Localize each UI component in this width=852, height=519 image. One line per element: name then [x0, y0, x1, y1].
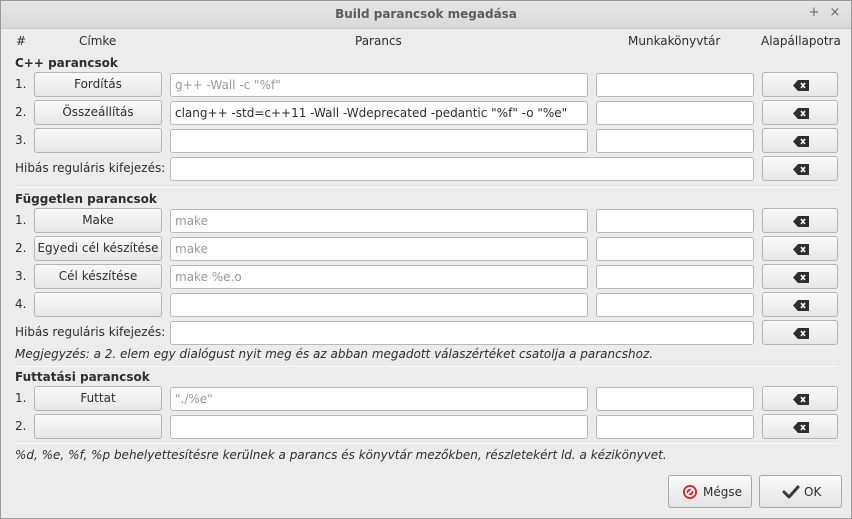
- reset-button[interactable]: [762, 386, 838, 411]
- workdir-field[interactable]: [596, 415, 754, 439]
- clear-icon: [793, 422, 809, 433]
- reset-button[interactable]: [762, 128, 838, 153]
- title-bar[interactable]: Build parancsok megadása + ×: [1, 1, 851, 29]
- reset-button[interactable]: [762, 320, 838, 345]
- regex-label: Hibás reguláris kifejezés:: [15, 325, 166, 339]
- window-title: Build parancsok megadása: [335, 7, 517, 21]
- reset-button[interactable]: [762, 100, 838, 125]
- check-icon: [782, 485, 800, 499]
- row-number: 1.: [15, 213, 27, 227]
- workdir-field[interactable]: [596, 209, 754, 233]
- cancel-label: Mégse: [703, 485, 742, 499]
- row-number: 2.: [15, 105, 27, 119]
- row-number: 4.: [15, 297, 27, 311]
- reset-button[interactable]: [762, 208, 838, 233]
- clear-icon: [793, 80, 809, 91]
- clear-icon: [793, 108, 809, 119]
- regex-field[interactable]: [170, 157, 754, 181]
- ok-label: OK: [804, 485, 822, 499]
- command-field[interactable]: [170, 415, 588, 439]
- clear-icon: [793, 136, 809, 147]
- dialog-window: Build parancsok megadása + × # Címke Par…: [0, 0, 852, 519]
- reset-button[interactable]: [762, 156, 838, 181]
- workdir-field[interactable]: [596, 293, 754, 317]
- command-field[interactable]: make: [170, 209, 588, 233]
- pin-icon[interactable]: +: [807, 6, 821, 20]
- column-header-reset: Alapállapotra: [761, 34, 841, 48]
- footer-note: %d, %e, %f, %p behelyettesítésre kerülne…: [15, 448, 667, 462]
- command-field[interactable]: make: [170, 237, 588, 261]
- column-header-command: Parancs: [355, 34, 402, 48]
- label-button-make[interactable]: Make: [34, 208, 162, 233]
- column-header-label: Címke: [79, 34, 117, 48]
- regex-field[interactable]: [170, 321, 754, 345]
- command-field[interactable]: make %e.o: [170, 265, 588, 289]
- label-button-run[interactable]: Futtat: [34, 386, 162, 411]
- label-button-custom-target[interactable]: Egyedi cél készítése: [34, 236, 162, 261]
- reset-button[interactable]: [762, 236, 838, 261]
- workdir-field[interactable]: [596, 265, 754, 289]
- reset-button[interactable]: [762, 414, 838, 439]
- workdir-field[interactable]: [596, 101, 754, 125]
- label-button-empty[interactable]: [34, 292, 162, 317]
- section-separator: [15, 443, 838, 444]
- row-number: 2.: [15, 419, 27, 433]
- command-field[interactable]: [170, 129, 588, 153]
- workdir-field[interactable]: [596, 387, 754, 411]
- workdir-field[interactable]: [596, 237, 754, 261]
- section-title-independent: Független parancsok: [15, 192, 157, 206]
- cancel-icon: [683, 485, 697, 499]
- reset-button[interactable]: [762, 292, 838, 317]
- workdir-field[interactable]: [596, 129, 754, 153]
- section-separator: [15, 366, 838, 367]
- section-title-cpp: C++ parancsok: [15, 56, 118, 70]
- clear-icon: [793, 300, 809, 311]
- column-header-workdir: Munkakönyvtár: [628, 34, 721, 48]
- clear-icon: [793, 164, 809, 175]
- clear-icon: [793, 272, 809, 283]
- row-number: 1.: [15, 391, 27, 405]
- command-field[interactable]: "./%e": [170, 387, 588, 411]
- row-number: 1.: [15, 77, 27, 91]
- label-button-make-object[interactable]: Cél készítése: [34, 264, 162, 289]
- cancel-button[interactable]: Mégse: [668, 475, 752, 508]
- section-title-execute: Futtatási parancsok: [15, 370, 150, 384]
- clear-icon: [793, 244, 809, 255]
- regex-label: Hibás reguláris kifejezés:: [15, 161, 166, 175]
- close-icon[interactable]: ×: [828, 6, 842, 20]
- command-field[interactable]: g++ -Wall -c "%f": [170, 73, 588, 97]
- reset-button[interactable]: [762, 264, 838, 289]
- workdir-field[interactable]: [596, 73, 754, 97]
- clear-icon: [793, 394, 809, 405]
- clear-icon: [793, 328, 809, 339]
- label-button-compile[interactable]: Fordítás: [34, 72, 162, 97]
- row-number: 3.: [15, 133, 27, 147]
- column-header-num: #: [16, 34, 27, 48]
- reset-button[interactable]: [762, 72, 838, 97]
- label-button-empty[interactable]: [34, 414, 162, 439]
- independent-note: Megjegyzés: a 2. elem egy dialógust nyit…: [15, 347, 654, 361]
- row-number: 2.: [15, 241, 27, 255]
- command-field[interactable]: [170, 293, 588, 317]
- section-separator: [15, 187, 838, 188]
- label-button-empty[interactable]: [34, 128, 162, 153]
- ok-button[interactable]: OK: [759, 475, 842, 508]
- command-field[interactable]: clang++ -std=c++11 -Wall -Wdeprecated -p…: [170, 101, 588, 125]
- row-number: 3.: [15, 269, 27, 283]
- label-button-build[interactable]: Összeállítás: [34, 100, 162, 125]
- clear-icon: [793, 216, 809, 227]
